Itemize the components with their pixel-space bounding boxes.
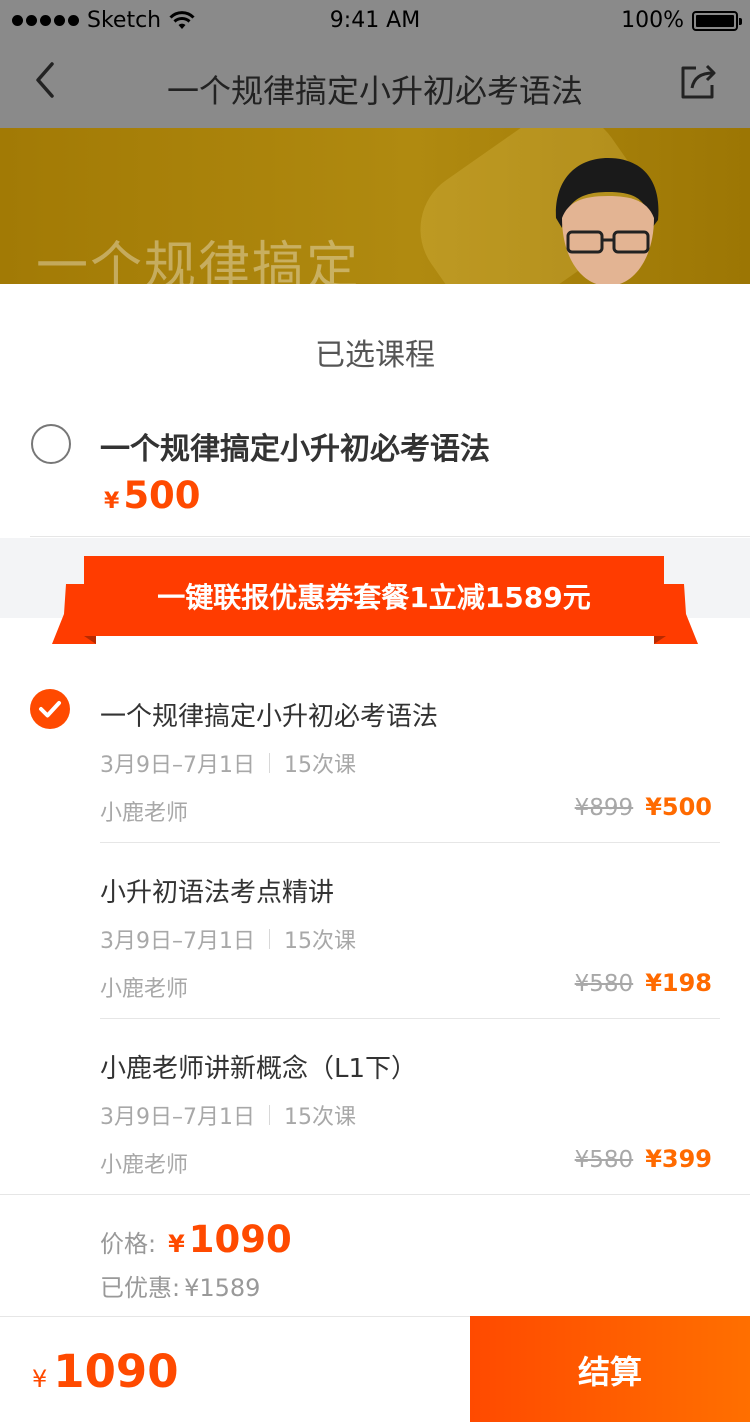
package-course-item: 一个规律搞定小升初必考语法 3月9日–7月1日 15次课 小鹿老师 ¥899 ¥… [100, 696, 720, 826]
course-name: 小升初语法考点精讲 [100, 878, 335, 908]
course-lessons: 15次课 [284, 1105, 356, 1130]
course-dates: 3月9日–7月1日 [100, 1105, 255, 1130]
course-teacher: 小鹿老师 [100, 977, 189, 1002]
divider [30, 536, 750, 537]
checkout-bar: ¥1090 结算 [0, 1316, 750, 1422]
teacher-photo [555, 158, 659, 284]
currency-symbol: ¥ [104, 489, 120, 514]
discounted-price: ¥198 [645, 969, 712, 997]
total-price-value: 1090 [53, 1345, 179, 1398]
currency-symbol: ¥ [32, 1365, 48, 1393]
course-name: 一个规律搞定小升初必考语法 [100, 702, 439, 732]
course-selection-sheet: 已选课程 一个规律搞定小升初必考语法 ¥500 一键联报优惠券套餐1立减1589… [0, 284, 750, 1422]
course-prices: ¥899 ¥500 [575, 793, 712, 821]
divider [100, 842, 720, 843]
main-course-name: 一个规律搞定小升初必考语法 [100, 432, 490, 467]
course-meta: 3月9日–7月1日 15次课 [100, 747, 720, 779]
course-dates: 3月9日–7月1日 [100, 929, 255, 954]
course-teacher: 小鹿老师 [100, 1153, 189, 1178]
discounted-price: ¥500 [645, 793, 712, 821]
course-meta: 3月9日–7月1日 15次课 [100, 923, 720, 955]
share-icon[interactable] [678, 60, 720, 102]
package-course-item: 小升初语法考点精讲 3月9日–7月1日 15次课 小鹿老师 ¥580 ¥198 [100, 872, 720, 1002]
discounted-price: ¥399 [645, 1145, 712, 1173]
original-price: ¥580 [574, 971, 634, 997]
course-lessons: 15次课 [284, 929, 356, 954]
course-name: 小鹿老师讲新概念（L1下） [100, 1054, 418, 1084]
background-page: Sketch 9:41 AM 100% 一个规律搞定小升初必考语法 一个规律搞定 [0, 0, 750, 284]
package-checked-icon[interactable] [30, 689, 70, 729]
original-price: ¥899 [574, 795, 634, 821]
main-course-radio[interactable] [31, 424, 71, 464]
status-right: 100% [621, 8, 742, 33]
package-price: ¥1090 [168, 1218, 292, 1261]
discount-value: ¥1589 [184, 1274, 261, 1302]
original-price: ¥580 [574, 1147, 634, 1173]
meta-separator [269, 929, 270, 949]
status-bar: Sketch 9:41 AM 100% [0, 0, 750, 44]
sheet-title: 已选课程 [315, 338, 435, 373]
course-footer: 小鹿老师 ¥580 ¥198 [100, 969, 720, 1002]
page-title: 一个规律搞定小升初必考语法 [166, 72, 583, 110]
price-label: 价格: [100, 1230, 157, 1258]
promo-ribbon-text: 一键联报优惠券套餐1立减1589元 [84, 556, 664, 636]
divider [0, 1194, 750, 1195]
meta-separator [269, 1105, 270, 1125]
course-banner: 一个规律搞定 [0, 128, 750, 284]
checkout-button[interactable]: 结算 [470, 1316, 750, 1422]
divider [100, 1018, 720, 1019]
course-prices: ¥580 ¥198 [575, 969, 712, 997]
nav-bar: 一个规律搞定小升初必考语法 [0, 44, 750, 128]
course-meta: 3月9日–7月1日 15次课 [100, 1099, 720, 1131]
package-price-row: 价格: ¥1090 [100, 1218, 292, 1261]
battery-icon [692, 10, 742, 31]
battery-percent: 100% [621, 8, 684, 33]
banner-text: 一个规律搞定 [36, 237, 361, 284]
currency-symbol: ¥ [168, 1230, 185, 1258]
package-price-value: 1090 [188, 1218, 292, 1261]
discount-label: 已优惠: [100, 1274, 181, 1302]
promo-ribbon: 一键联报优惠券套餐1立减1589元 [0, 554, 750, 644]
course-teacher: 小鹿老师 [100, 801, 189, 826]
course-footer: 小鹿老师 ¥580 ¥399 [100, 1145, 720, 1178]
course-lessons: 15次课 [284, 753, 356, 778]
package-course-item: 小鹿老师讲新概念（L1下） 3月9日–7月1日 15次课 小鹿老师 ¥580 ¥… [100, 1048, 720, 1178]
course-prices: ¥580 ¥399 [575, 1145, 712, 1173]
meta-separator [269, 753, 270, 773]
course-dates: 3月9日–7月1日 [100, 753, 255, 778]
course-footer: 小鹿老师 ¥899 ¥500 [100, 793, 720, 826]
total-price: ¥1090 [32, 1345, 179, 1398]
main-course-price-value: 500 [123, 474, 201, 517]
main-course-price: ¥500 [104, 474, 201, 517]
discount-row: 已优惠: ¥1589 [100, 1268, 260, 1303]
